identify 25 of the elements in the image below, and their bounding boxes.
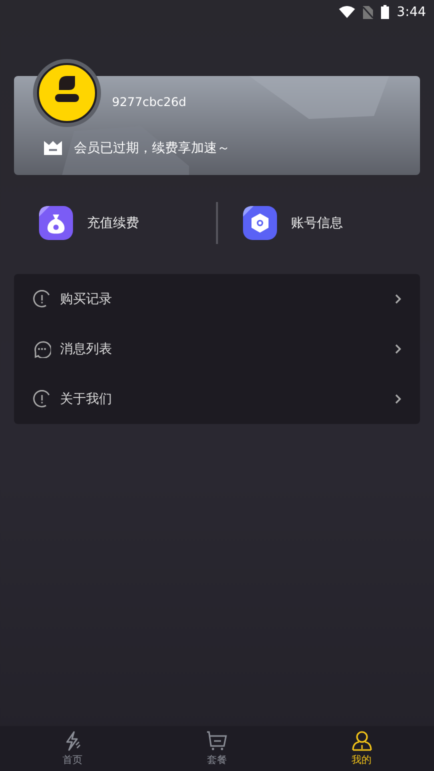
menu-item[interactable]: 消息列表 — [14, 324, 420, 374]
battery-icon — [380, 5, 389, 19]
shortcut-button[interactable]: 账号信息 — [218, 206, 420, 240]
nav-tab[interactable]: 套餐 — [144, 726, 290, 771]
no-sim-icon — [362, 6, 373, 18]
alert-icon — [33, 290, 51, 308]
chevron-right-icon — [395, 394, 402, 404]
cart-icon — [206, 730, 228, 752]
alert-icon — [33, 390, 51, 408]
status-time: 3:44 — [396, 4, 426, 20]
person-icon — [350, 730, 373, 752]
money-bag-icon — [39, 206, 73, 240]
nav-tab[interactable]: 首页 — [0, 726, 145, 771]
membership-status: 会员已过期，续费享加速～ — [74, 140, 230, 157]
chat-icon — [33, 340, 51, 358]
avatar[interactable] — [32, 58, 102, 128]
chevron-right-icon — [395, 344, 402, 354]
menu-item[interactable]: 购买记录 — [14, 274, 420, 324]
crown-icon — [44, 141, 62, 155]
wifi-icon — [338, 6, 355, 18]
shortcut-button[interactable]: 充值续费 — [14, 206, 216, 240]
username: 9277cbc26d — [112, 95, 186, 109]
menu-item[interactable]: 关于我们 — [14, 374, 420, 424]
chevron-right-icon — [395, 294, 402, 304]
nav-tab[interactable]: 我的 — [289, 726, 434, 771]
